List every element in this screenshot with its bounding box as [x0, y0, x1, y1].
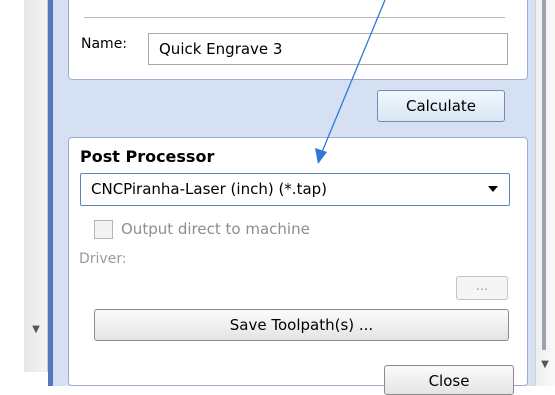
save-toolpaths-button[interactable]: Save Toolpath(s) ...	[94, 309, 509, 341]
close-button[interactable]: Close	[384, 365, 514, 395]
name-label: Name:	[81, 36, 128, 52]
chevron-down-icon[interactable]	[488, 186, 498, 192]
separator-line	[84, 17, 505, 18]
output-direct-label: Output direct to machine	[121, 220, 310, 238]
scroll-down-arrow-icon[interactable]: ▼	[537, 358, 553, 372]
post-processor-title: Post Processor	[80, 147, 215, 166]
post-processor-select[interactable]: CNCPiranha-Laser (inch) (*.tap)	[80, 173, 510, 206]
calculate-button[interactable]: Calculate	[377, 90, 505, 122]
right-scrollbar-thumb[interactable]	[542, 0, 546, 350]
driver-browse-button[interactable]: ...	[456, 276, 508, 300]
left-scrollbar-track[interactable]	[24, 0, 48, 372]
driver-label: Driver:	[79, 251, 127, 267]
scroll-down-arrow-icon[interactable]: ▼	[28, 322, 44, 338]
name-input[interactable]: Quick Engrave 3	[148, 33, 508, 65]
output-direct-checkbox[interactable]	[94, 220, 113, 239]
